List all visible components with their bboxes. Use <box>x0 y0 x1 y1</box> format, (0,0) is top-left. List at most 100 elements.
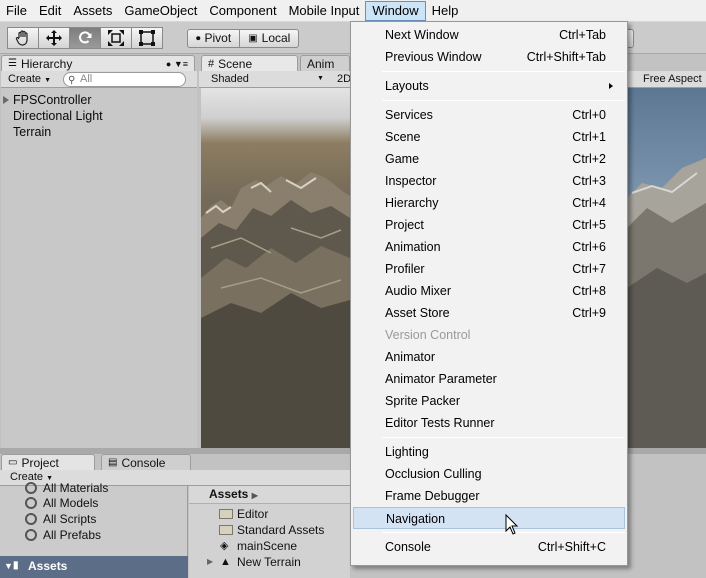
asset-item-standard-assets[interactable]: Standard Assets <box>219 522 324 538</box>
search-icon <box>25 482 37 494</box>
tab-scene[interactable]: # Scene <box>201 55 298 72</box>
menu-item-inspector[interactable]: Inspector Ctrl+3 <box>353 170 625 192</box>
folder-icon: ▮ <box>13 560 19 571</box>
menu-separator <box>382 100 625 101</box>
tab-animator[interactable]: Anim <box>300 55 350 72</box>
menu-item-services[interactable]: Services Ctrl+0 <box>353 104 625 126</box>
menu-item-hierarchy[interactable]: Hierarchy Ctrl+4 <box>353 192 625 214</box>
search-placeholder: All <box>80 73 93 85</box>
menu-item-animator[interactable]: Animator <box>353 346 625 368</box>
menu-window[interactable]: Window <box>365 0 426 21</box>
assets-folder-selected[interactable]: ▼ ▮ Assets <box>0 556 188 578</box>
pivot-icon: ⏺ <box>196 33 201 43</box>
hierarchy-item-fpscontroller[interactable]: FPSController <box>1 92 92 108</box>
hierarchy-search-input[interactable]: ⚲ All <box>63 72 186 87</box>
hierarchy-tab-label: Hierarchy <box>20 57 73 71</box>
favorite-all-scripts[interactable]: All Scripts <box>25 511 96 527</box>
expand-triangle-icon[interactable] <box>3 96 9 104</box>
expand-triangle-icon[interactable]: ▶ <box>207 554 213 570</box>
submenu-arrow-icon <box>609 83 613 89</box>
breadcrumb: Assets ▶ <box>189 486 350 504</box>
grid-icon: # <box>208 58 215 70</box>
menu-item-animator-parameter[interactable]: Animator Parameter <box>353 368 625 390</box>
window-menu-dropdown: Next Window Ctrl+Tab Previous Window Ctrl+… <box>350 21 628 566</box>
rotate-tool-button[interactable] <box>69 27 101 49</box>
menu-item-next-window[interactable]: Next Window Ctrl+Tab <box>353 24 625 46</box>
menu-item-animation[interactable]: Animation Ctrl+6 <box>353 236 625 258</box>
rect-transform-icon <box>139 30 155 46</box>
menu-item-project[interactable]: Project Ctrl+5 <box>353 214 625 236</box>
hierarchy-item-terrain[interactable]: Terrain <box>1 124 51 140</box>
unity-scene-icon: ◈ <box>220 540 229 552</box>
menu-item-previous-window[interactable]: Previous Window Ctrl+Shift+Tab <box>353 46 625 68</box>
menu-bar: File Edit Assets GameObject Component Mo… <box>0 0 706 22</box>
menu-help[interactable]: Help <box>426 1 465 21</box>
asset-item-mainscene[interactable]: ◈ mainScene <box>219 538 297 554</box>
menu-item-game[interactable]: Game Ctrl+2 <box>353 148 625 170</box>
cube-icon: ▣ <box>248 33 258 44</box>
menu-item-console[interactable]: Console Ctrl+Shift+C <box>353 536 625 558</box>
menu-component[interactable]: Component <box>203 1 282 21</box>
asset-item-new-terrain[interactable]: ▶ ▲ New Terrain <box>207 554 301 570</box>
lock-icon[interactable]: ● ▼≡ <box>166 56 188 72</box>
dropdown-arrow-icon: ▼ <box>317 75 324 82</box>
favorite-all-materials[interactable]: All Materials <box>25 480 108 496</box>
hierarchy-toolbar: Create ▼ ⚲ All <box>1 71 197 88</box>
game-viewport[interactable] <box>627 88 706 448</box>
folder-icon <box>219 525 233 535</box>
menu-gameobject[interactable]: GameObject <box>118 1 203 21</box>
menu-separator <box>382 532 625 533</box>
menu-item-layouts[interactable]: Layouts <box>353 75 625 97</box>
menu-item-audio-mixer[interactable]: Audio Mixer Ctrl+8 <box>353 280 625 302</box>
hierarchy-list: FPSController Directional Light Terrain <box>1 88 197 448</box>
scale-tool-button[interactable] <box>100 27 132 49</box>
tab-console[interactable]: ▤ Console <box>101 454 191 471</box>
hierarchy-create-button[interactable]: Create ▼ <box>4 72 55 87</box>
assets-folder-label: Assets <box>28 559 68 573</box>
menu-item-navigation[interactable]: Navigation <box>353 507 625 529</box>
rect-tool-button[interactable] <box>131 27 163 49</box>
shading-mode-dropdown[interactable]: Shaded <box>211 71 249 87</box>
favorite-all-prefabs[interactable]: All Prefabs <box>25 527 101 543</box>
project-tab-label: Project <box>21 456 59 470</box>
menu-assets[interactable]: Assets <box>67 1 118 21</box>
move-tool-button[interactable] <box>38 27 70 49</box>
menu-item-frame-debugger[interactable]: Frame Debugger <box>353 485 625 507</box>
favorite-all-models[interactable]: All Models <box>25 495 98 511</box>
menu-file[interactable]: File <box>0 1 33 21</box>
tab-project[interactable]: ▭ Project <box>1 454 95 471</box>
menu-item-lighting[interactable]: Lighting <box>353 441 625 463</box>
search-icon <box>25 529 37 541</box>
menu-item-asset-store[interactable]: Asset Store Ctrl+9 <box>353 302 625 324</box>
list-icon: ☰ <box>8 58 17 69</box>
console-icon: ▤ <box>108 457 118 468</box>
scene-viewport[interactable] <box>201 88 350 448</box>
2d-toggle-button[interactable]: 2D <box>337 71 351 87</box>
scene-toolbar: Shaded ▼ 2D <box>199 71 351 88</box>
menu-item-profiler[interactable]: Profiler Ctrl+7 <box>353 258 625 280</box>
folder-icon: ▭ <box>8 457 18 468</box>
hand-tool-button[interactable] <box>7 27 39 49</box>
folder-icon <box>219 509 233 519</box>
transform-tools <box>7 27 163 49</box>
hierarchy-item-directional-light[interactable]: Directional Light <box>1 108 103 124</box>
menu-item-scene[interactable]: Scene Ctrl+1 <box>353 126 625 148</box>
game-toolbar: Free Aspect <box>627 71 706 88</box>
menu-item-editor-tests-runner[interactable]: Editor Tests Runner <box>353 412 625 434</box>
terrain-icon: ▲ <box>220 556 231 568</box>
local-button[interactable]: ▣ Local <box>239 29 300 48</box>
search-icon <box>25 513 37 525</box>
menu-edit[interactable]: Edit <box>33 1 67 21</box>
aspect-dropdown[interactable]: Free Aspect <box>643 73 702 85</box>
expand-triangle-icon[interactable]: ▼ <box>4 556 13 576</box>
scale-icon <box>108 30 124 46</box>
menu-item-sprite-packer[interactable]: Sprite Packer <box>353 390 625 412</box>
pivot-button[interactable]: ⏺ Pivot <box>187 29 241 48</box>
menu-separator <box>382 437 625 438</box>
rotate-icon <box>79 31 92 44</box>
asset-item-editor[interactable]: Editor <box>219 506 268 522</box>
menu-item-occlusion-culling[interactable]: Occlusion Culling <box>353 463 625 485</box>
breadcrumb-assets[interactable]: Assets <box>209 487 248 501</box>
tab-hierarchy[interactable]: ☰ Hierarchy ● ▼≡ <box>1 55 195 72</box>
menu-mobile-input[interactable]: Mobile Input <box>283 1 366 21</box>
